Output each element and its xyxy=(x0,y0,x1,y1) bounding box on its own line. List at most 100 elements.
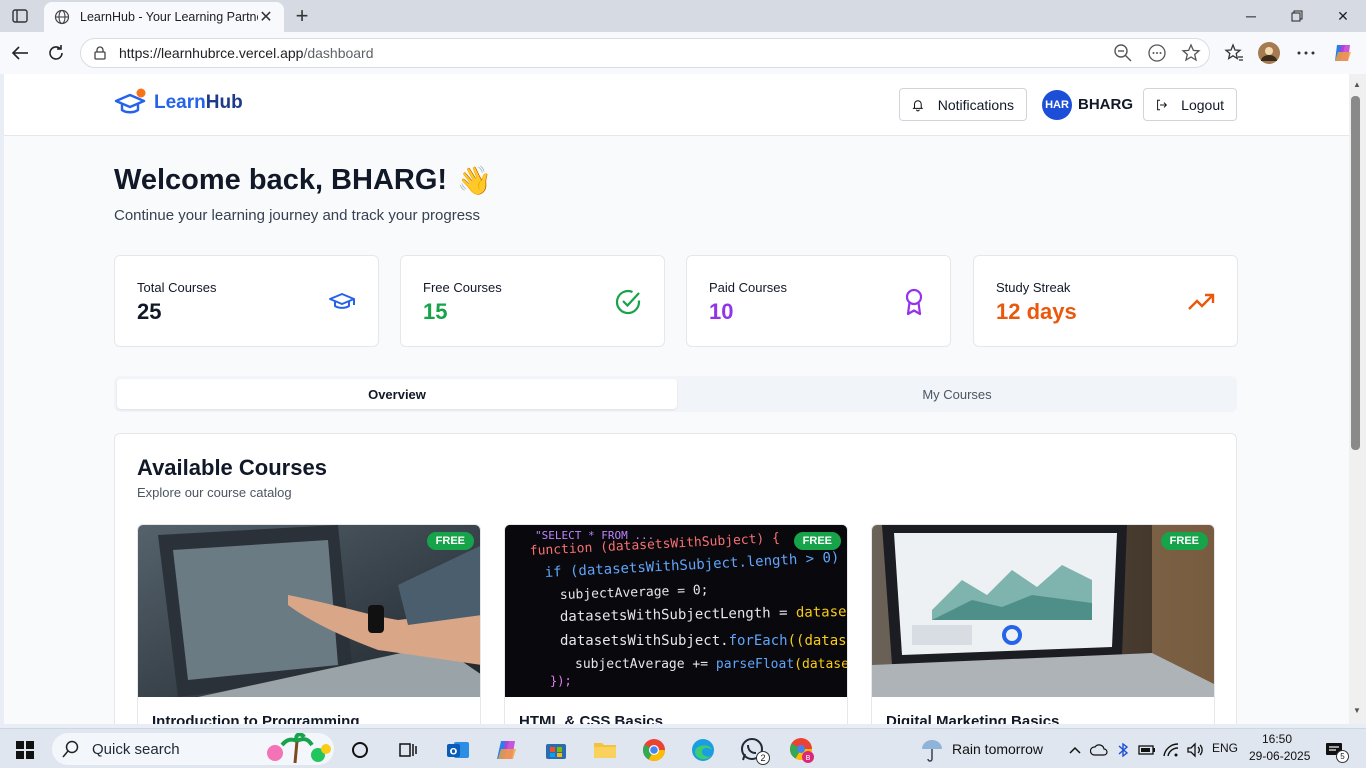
onedrive-icon[interactable] xyxy=(1086,737,1112,763)
notifications-label: Notifications xyxy=(937,96,1014,113)
welcome-subtitle: Continue your learning journey and track… xyxy=(114,207,481,224)
wifi-icon[interactable] xyxy=(1158,737,1184,763)
weather-umbrella-icon[interactable] xyxy=(919,737,945,763)
copilot-taskbar-icon[interactable] xyxy=(494,737,520,763)
course-image-analytics-laptop: FREE xyxy=(872,525,1214,697)
stat-label: Free Courses xyxy=(423,280,502,295)
scrollbar-thumb[interactable] xyxy=(1351,96,1360,450)
microsoft-store-icon[interactable] xyxy=(543,737,569,763)
windows-taskbar: Quick search O 2 B Rain tomorrow ENG 16:… xyxy=(0,728,1366,768)
logout-label: Logout xyxy=(1181,96,1224,113)
tab-actions-icon[interactable] xyxy=(8,6,32,26)
favorites-icon[interactable] xyxy=(1222,41,1246,65)
favorite-star-icon[interactable] xyxy=(1181,43,1201,63)
minimize-button[interactable]: ─ xyxy=(1228,0,1274,32)
stat-label: Total Courses xyxy=(137,280,217,295)
welcome-title: Welcome back, BHARG! 👋 xyxy=(114,164,492,197)
course-card[interactable]: FREE Introduction to Programming xyxy=(137,524,481,724)
chrome-icon[interactable] xyxy=(641,737,667,763)
course-card[interactable]: FREE Digital Marketing Basics xyxy=(871,524,1215,724)
outlook-icon[interactable]: O xyxy=(445,737,471,763)
graduation-cap-logo-icon xyxy=(114,88,146,114)
waving-hand-icon: 👋 xyxy=(457,165,492,196)
svg-text:B: B xyxy=(806,754,811,762)
free-badge: FREE xyxy=(426,532,474,550)
learnhub-logo[interactable]: LearnHub xyxy=(114,88,243,118)
profile-avatar-icon[interactable] xyxy=(1257,41,1281,65)
stat-card-paid-courses: Paid Courses 10 xyxy=(686,255,951,347)
search-label: Quick search xyxy=(92,740,180,758)
free-badge: FREE xyxy=(1160,532,1208,550)
award-icon xyxy=(905,288,923,316)
dashboard-tabs: Overview My Courses xyxy=(114,376,1237,412)
course-title: HTML & CSS Basics xyxy=(519,713,663,724)
welcome-text: Welcome back, BHARG! xyxy=(114,164,448,196)
address-bar-row: https://learnhubrce.vercel.app/dashboard xyxy=(0,32,1366,74)
task-view-icon[interactable] xyxy=(395,737,421,763)
url-field[interactable]: https://learnhubrce.vercel.app/dashboard xyxy=(80,38,1210,68)
whatsapp-badge: 2 xyxy=(756,751,770,765)
url-host: https://learnhubrce.vercel.app xyxy=(119,45,304,61)
available-courses-panel: Available Courses Explore our course cat… xyxy=(114,433,1237,724)
edge-icon[interactable] xyxy=(690,737,716,763)
logout-button[interactable]: Logout xyxy=(1143,88,1237,121)
site-header: LearnHub Notifications HAR BHARG Logout xyxy=(4,74,1349,136)
trending-up-icon xyxy=(1188,293,1215,310)
file-explorer-icon[interactable] xyxy=(592,737,618,763)
course-title: Introduction to Programming xyxy=(152,713,360,724)
notification-center-icon[interactable]: 5 xyxy=(1322,737,1349,763)
stat-card-total-courses: Total Courses 25 xyxy=(114,255,379,347)
tab-overview[interactable]: Overview xyxy=(117,379,677,409)
volume-icon[interactable] xyxy=(1182,737,1208,763)
weather-text[interactable]: Rain tomorrow xyxy=(952,741,1043,757)
whatsapp-icon[interactable]: 2 xyxy=(740,737,770,765)
back-icon[interactable] xyxy=(8,41,32,65)
search-highlight-image-icon xyxy=(267,733,331,764)
free-badge: FREE xyxy=(793,532,841,550)
course-card[interactable]: "SELECT * FROM ... function (datasetsWit… xyxy=(504,524,848,724)
stat-card-free-courses: Free Courses 15 xyxy=(400,255,665,347)
notification-count-badge: 5 xyxy=(1336,750,1349,763)
bell-icon xyxy=(912,99,924,111)
browser-tab[interactable]: LearnHub - Your Learning Partner ✕ xyxy=(44,2,284,32)
svg-text:datasetsWithSubject.forEach((d: datasetsWithSubject.forEach((dataset) =>… xyxy=(560,633,848,649)
svg-text:O: O xyxy=(450,748,458,758)
panel-subtitle: Explore our course catalog xyxy=(137,485,292,500)
copilot-icon[interactable] xyxy=(1331,41,1355,65)
clock-date[interactable]: 29-06-2025 xyxy=(1249,749,1310,763)
chrome-profile-icon[interactable]: B xyxy=(789,737,815,763)
language-indicator[interactable]: ENG xyxy=(1212,741,1238,755)
settings-more-icon[interactable] xyxy=(1294,41,1318,65)
new-tab-button[interactable]: + xyxy=(290,3,314,28)
page-viewport: LearnHub Notifications HAR BHARG Logout … xyxy=(4,74,1349,724)
windows-start-icon[interactable] xyxy=(12,737,38,763)
clock-time[interactable]: 16:50 xyxy=(1262,732,1292,746)
user-avatar[interactable]: HAR xyxy=(1042,90,1072,120)
svg-text:});: }); xyxy=(550,674,572,688)
stat-value: 10 xyxy=(709,299,734,324)
refresh-icon[interactable] xyxy=(44,41,68,65)
stat-value: 12 days xyxy=(996,299,1077,324)
taskbar-search[interactable]: Quick search xyxy=(52,733,334,765)
logo-text-hub: Hub xyxy=(205,92,243,113)
globe-icon xyxy=(54,9,70,25)
course-image-laptop: FREE xyxy=(138,525,480,697)
battery-icon[interactable] xyxy=(1134,737,1160,763)
cortana-circle-icon[interactable] xyxy=(347,737,373,763)
site-info-icon[interactable] xyxy=(93,46,107,60)
more-page-options-icon[interactable] xyxy=(1147,43,1167,63)
close-tab-icon[interactable]: ✕ xyxy=(258,7,274,27)
zoom-icon[interactable] xyxy=(1113,43,1133,63)
tab-my-courses[interactable]: My Courses xyxy=(677,379,1237,409)
notifications-button[interactable]: Notifications xyxy=(899,88,1027,121)
course-title: Digital Marketing Basics xyxy=(886,713,1060,724)
course-image-code: "SELECT * FROM ... function (datasetsWit… xyxy=(505,525,848,697)
panel-title: Available Courses xyxy=(137,455,327,480)
search-icon xyxy=(62,740,79,758)
close-window-button[interactable]: ✕ xyxy=(1320,0,1366,32)
restore-button[interactable] xyxy=(1274,0,1320,32)
show-hidden-icons-chevron-icon[interactable] xyxy=(1062,737,1088,763)
avatar-text: HAR xyxy=(1045,99,1069,111)
bluetooth-icon[interactable] xyxy=(1110,737,1136,763)
tab-title: LearnHub - Your Learning Partner xyxy=(80,10,258,24)
